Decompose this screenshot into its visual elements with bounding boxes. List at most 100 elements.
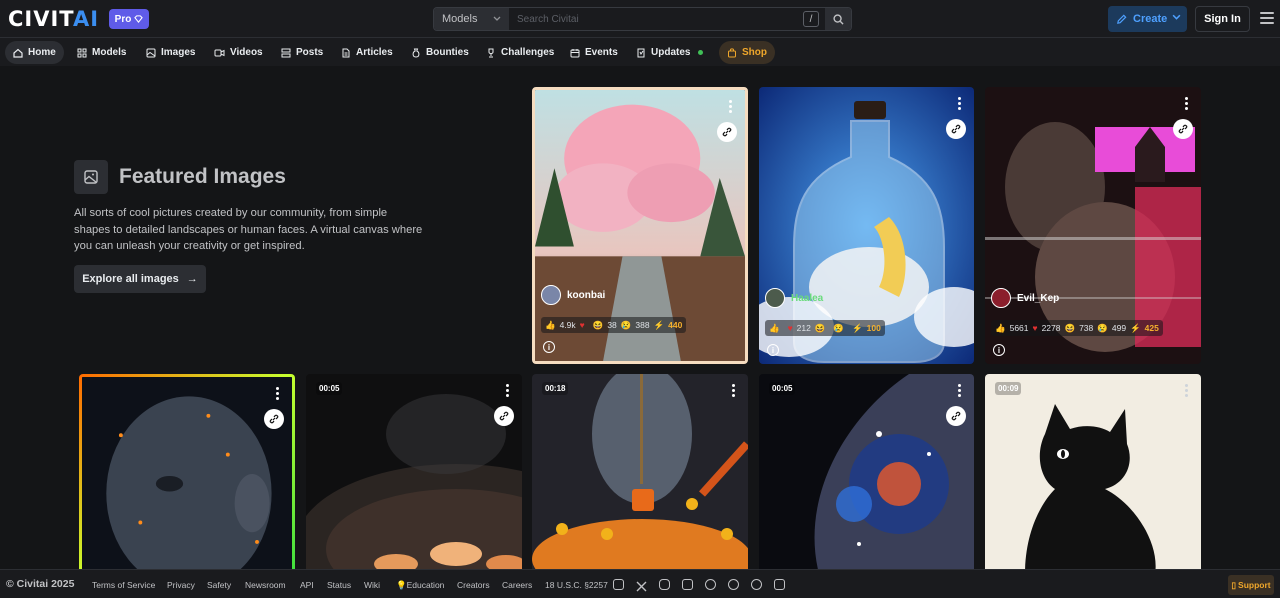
footer-copyright: © Civitai 2025 xyxy=(6,578,75,590)
more-options-icon[interactable] xyxy=(958,384,962,399)
laugh-count: 38 xyxy=(607,320,617,330)
more-options-icon[interactable] xyxy=(506,384,510,399)
trophy-icon xyxy=(488,48,494,57)
more-options-icon[interactable] xyxy=(732,384,736,399)
x-icon[interactable] xyxy=(636,579,647,592)
hamburger-menu-icon[interactable] xyxy=(1260,12,1274,24)
video-card[interactable]: 00:05 xyxy=(759,374,974,569)
nav-challenges[interactable]: Challenges xyxy=(478,41,562,64)
support-icon: ▯ xyxy=(1231,579,1237,590)
footer-link-2257[interactable]: 18 U.S.C. §2257 xyxy=(545,580,608,590)
youtube-icon[interactable] xyxy=(682,579,693,590)
search-bar: Models / xyxy=(433,7,852,31)
footer-link-status[interactable]: Status xyxy=(327,580,351,590)
footer-link-newsroom[interactable]: Newsroom xyxy=(245,580,286,590)
buzz-count: 440 xyxy=(668,320,683,330)
nav-videos[interactable]: Videos xyxy=(206,41,271,64)
search-button[interactable] xyxy=(825,8,851,30)
card-creator[interactable]: Haalea xyxy=(765,288,823,308)
search-icon xyxy=(832,13,844,25)
footer-link-safety[interactable]: Safety xyxy=(207,580,231,590)
link-icon[interactable] xyxy=(946,406,966,426)
more-options-icon[interactable] xyxy=(958,97,962,112)
create-label: Create xyxy=(1133,13,1168,25)
more-options-icon[interactable] xyxy=(1185,384,1189,399)
create-button[interactable]: Create xyxy=(1108,6,1187,32)
instagram-icon[interactable] xyxy=(659,579,670,590)
card-image-stone-face xyxy=(82,377,292,569)
image-card[interactable]: Haalea 👍 ♥ 212 😆 😢 ⚡ 100 i xyxy=(759,87,974,364)
link-icon[interactable] xyxy=(946,119,966,139)
more-options-icon[interactable] xyxy=(276,387,280,402)
nav-images[interactable]: Images xyxy=(138,41,203,64)
reaction-bar[interactable]: 👍 4.9k ♥ 😆 38 😢 388 ⚡ 440 xyxy=(541,317,687,333)
discord-icon[interactable] xyxy=(613,579,624,590)
cry-count: 499 xyxy=(1111,323,1127,333)
link-icon[interactable] xyxy=(494,406,514,426)
nav-bounties[interactable]: Bounties xyxy=(403,41,477,64)
tiktok-icon[interactable] xyxy=(705,579,716,590)
footer-link-creators[interactable]: Creators xyxy=(457,580,490,590)
thumbs-up-icon: 👍 xyxy=(995,322,1006,333)
video-card[interactable]: 00:09 xyxy=(985,374,1201,569)
footer-link-api[interactable]: API xyxy=(300,580,314,590)
laugh-icon: 😆 xyxy=(814,322,826,333)
support-button[interactable]: ▯ Support xyxy=(1228,575,1274,595)
link-icon[interactable] xyxy=(717,122,737,142)
nav-updates[interactable]: Updates xyxy=(628,41,711,64)
link-icon[interactable] xyxy=(264,409,284,429)
more-options-icon[interactable] xyxy=(1185,97,1189,112)
footer-link-careers[interactable]: Careers xyxy=(502,580,532,590)
github-icon[interactable] xyxy=(751,579,762,590)
info-icon[interactable]: i xyxy=(993,344,1005,356)
pencil-icon xyxy=(1117,14,1127,24)
nav-posts[interactable]: Posts xyxy=(273,41,331,64)
like-count: 5661 xyxy=(1009,323,1029,333)
card-creator[interactable]: Evil_Kep xyxy=(991,288,1059,308)
search-category-select[interactable]: Models xyxy=(434,8,509,30)
thumbs-up-icon: 👍 xyxy=(769,322,780,333)
card-creator[interactable]: koonbai xyxy=(541,285,605,305)
creator-username: Evil_Kep xyxy=(1017,292,1060,304)
image-card[interactable] xyxy=(79,374,295,569)
nav-models[interactable]: Models xyxy=(69,41,134,64)
lightbulb-icon: 💡 xyxy=(396,580,407,590)
cry-count: 388 xyxy=(635,320,650,330)
reddit-icon[interactable] xyxy=(728,579,739,590)
nav-shop[interactable]: Shop xyxy=(719,41,775,64)
image-card[interactable]: koonbai 👍 4.9k ♥ 😆 38 😢 388 ⚡ 440 i xyxy=(532,87,748,364)
video-card[interactable]: 00:05 xyxy=(306,374,522,569)
footer-link-wiki[interactable]: Wiki xyxy=(364,580,380,590)
info-icon[interactable]: i xyxy=(543,341,555,353)
nav-articles[interactable]: Articles xyxy=(333,41,401,64)
sign-in-button[interactable]: Sign In xyxy=(1195,6,1250,32)
top-header: CIVITAI Pro Models / Create Sign In xyxy=(0,0,1280,38)
laugh-icon: 😆 xyxy=(1064,322,1076,333)
footer-link-terms[interactable]: Terms of Service xyxy=(92,580,155,590)
twitch-icon[interactable] xyxy=(774,579,785,590)
footer-link-privacy[interactable]: Privacy xyxy=(167,580,195,590)
nav-shop-label: Shop xyxy=(742,47,767,58)
footer-link-education[interactable]: 💡Education xyxy=(396,580,444,591)
explore-all-images-button[interactable]: Explore all images → xyxy=(74,265,206,293)
image-card[interactable]: Evil_Kep 👍 5661 ♥ 2278 😆 738 😢 499 ⚡ 425 i xyxy=(985,87,1201,364)
main-navigation: Home Models Images Videos Posts Articles… xyxy=(0,39,1280,66)
video-card[interactable]: 00:18 xyxy=(532,374,748,569)
diamond-icon xyxy=(134,15,144,23)
updates-icon xyxy=(637,48,645,57)
featured-images-section: Featured Images All sorts of cool pictur… xyxy=(0,66,1280,569)
more-options-icon[interactable] xyxy=(729,100,733,115)
reaction-bar[interactable]: 👍 5661 ♥ 2278 😆 738 😢 499 ⚡ 425 xyxy=(991,320,1163,336)
civitai-logo[interactable]: CIVITAI xyxy=(8,9,99,30)
pro-badge[interactable]: Pro xyxy=(109,9,149,29)
chevron-down-icon[interactable] xyxy=(1172,14,1181,21)
search-input[interactable] xyxy=(509,8,803,30)
buzz-count: 425 xyxy=(1144,323,1159,333)
video-duration: 00:09 xyxy=(995,382,1022,395)
nav-events[interactable]: Events xyxy=(562,41,626,64)
link-icon[interactable] xyxy=(1173,119,1193,139)
info-icon[interactable]: i xyxy=(767,344,779,356)
nav-home[interactable]: Home xyxy=(5,41,64,64)
reaction-bar[interactable]: 👍 ♥ 212 😆 😢 ⚡ 100 xyxy=(765,320,885,336)
video-duration: 00:18 xyxy=(542,382,569,395)
